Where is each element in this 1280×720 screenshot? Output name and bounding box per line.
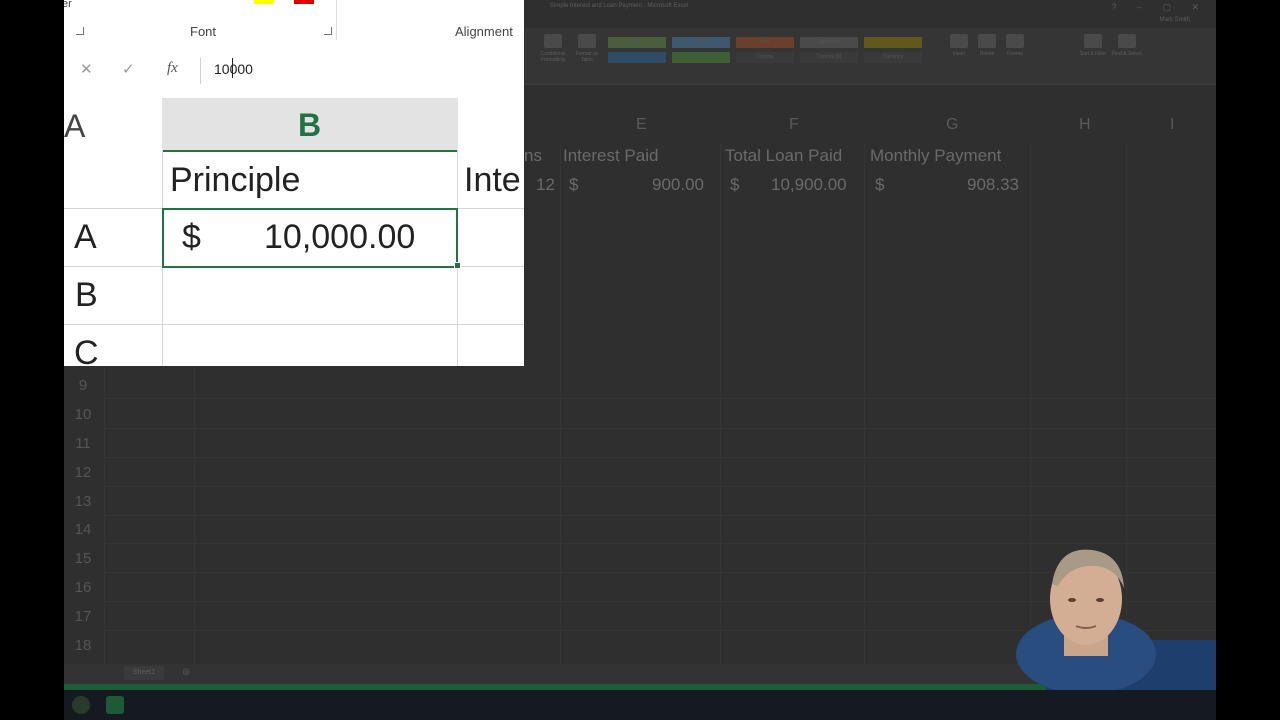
formula-bar-divider [200, 58, 201, 84]
cell-d1[interactable]: ns [524, 146, 542, 166]
sort-filter-button[interactable]: Sort & Filter [1076, 34, 1110, 70]
alignment-group-label: Alignment [455, 24, 513, 39]
font-color-buttons[interactable] [224, 0, 324, 6]
formula-bar: ✕ ✓ fx 10000 [64, 44, 524, 96]
gridline [720, 144, 721, 664]
style-bad[interactable]: Bad [736, 37, 794, 48]
clipboard-launcher-icon[interactable] [76, 27, 84, 35]
cell-c1[interactable]: Inte [464, 161, 521, 200]
row-header-15[interactable]: 15 [64, 550, 102, 567]
column-header-b[interactable]: B [162, 98, 458, 152]
cell-e2[interactable]: 900.00 [652, 175, 704, 195]
style-extra[interactable] [864, 37, 922, 48]
window-title: Simple Interest and Loan Payment - Micro… [550, 3, 689, 9]
style-neutral[interactable]: Neutral [672, 37, 730, 48]
excel-window: Simple Interest and Loan Payment - Micro… [64, 0, 1216, 720]
row-header-11[interactable]: 11 [64, 435, 102, 452]
font-launcher-icon[interactable] [324, 27, 332, 35]
add-sheet-icon[interactable]: ⊕ [182, 667, 190, 678]
cell-e1[interactable]: Interest Paid [563, 146, 658, 166]
ribbon-zoomed: er Font Alignment [64, 0, 524, 45]
conditional-formatting-button[interactable]: Conditional Formatting [536, 34, 570, 70]
style-good[interactable]: Good [608, 37, 666, 48]
row-header-13[interactable]: 13 [64, 493, 102, 510]
formula-input[interactable]: 10000 [214, 61, 253, 77]
highlight-color-icon[interactable] [254, 0, 274, 4]
style-calculation[interactable]: Calculation [800, 37, 858, 48]
text-cursor-icon [232, 58, 233, 78]
cell-d2[interactable]: 12 [536, 175, 555, 195]
cell-g1[interactable]: Monthly Payment [870, 146, 1001, 166]
cell-b1[interactable]: Principle [170, 161, 300, 200]
column-headers: E F G H I [524, 116, 1216, 140]
gridline [64, 324, 524, 325]
column-header-e[interactable]: E [636, 116, 647, 134]
sheet-tab[interactable]: Sheet1 [124, 666, 164, 680]
gridline [560, 144, 561, 664]
column-header-a[interactable]: A [64, 98, 162, 150]
ribbon-home-tab: Conditional Formatting Format as Table G… [524, 28, 1216, 85]
window-controls[interactable]: ? – ▢ ✕ [1111, 2, 1208, 13]
style-accent[interactable] [608, 52, 666, 63]
gridline [104, 486, 1216, 487]
format-as-table-button[interactable]: Format as Table [570, 34, 604, 70]
user-name: Mark Smith [1159, 17, 1190, 23]
column-header-f[interactable]: F [789, 116, 799, 134]
gridline [864, 144, 865, 664]
taskbar [64, 690, 1216, 720]
clipboard-group-label: er [64, 0, 72, 10]
gridline [104, 515, 1216, 516]
row-header-16[interactable]: 16 [64, 579, 102, 596]
column-header-g[interactable]: G [946, 116, 958, 134]
style-comma[interactable]: Comma [736, 52, 794, 63]
style-comma-0[interactable]: Comma [0] [800, 52, 858, 63]
row-header-a[interactable]: A [74, 218, 97, 257]
column-header-i[interactable]: I [1170, 116, 1174, 134]
gridline [104, 457, 1216, 458]
style-accent-2[interactable] [672, 52, 730, 63]
fill-handle[interactable] [454, 262, 461, 269]
row-header-9[interactable]: 9 [64, 377, 102, 394]
group-separator [336, 0, 337, 40]
gridline [104, 398, 1216, 399]
cell-f2[interactable]: 10,900.00 [771, 175, 847, 195]
column-header-h[interactable]: H [1079, 116, 1091, 134]
row-header-18[interactable]: 18 [64, 637, 102, 654]
row-header-17[interactable]: 17 [64, 608, 102, 625]
find-select-button[interactable]: Find & Select [1110, 34, 1144, 70]
cell-f2-symbol: $ [730, 175, 740, 194]
insert-function-icon[interactable]: fx [167, 60, 178, 77]
cell-e2-symbol: $ [569, 175, 579, 194]
row-header-b[interactable]: B [75, 276, 98, 315]
style-currency[interactable]: Currency [864, 52, 922, 63]
presenter-webcam [936, 544, 1216, 694]
cell-g2-symbol: $ [875, 175, 885, 194]
row-header-12[interactable]: 12 [64, 464, 102, 481]
start-icon[interactable] [72, 696, 90, 714]
gridline [104, 428, 1216, 429]
font-color-icon[interactable] [294, 0, 314, 4]
row-header-10[interactable]: 10 [64, 406, 102, 423]
font-group-label: Font [190, 24, 217, 39]
cell-b2-value: 10,000.00 [264, 218, 416, 256]
format-button[interactable]: Format [998, 34, 1032, 70]
cell-g2[interactable]: 908.33 [967, 175, 1019, 195]
excel-taskbar-icon[interactable] [106, 696, 124, 714]
cancel-icon[interactable]: ✕ [80, 60, 93, 78]
row-header-14[interactable]: 14 [64, 521, 102, 538]
cell-f1[interactable]: Total Loan Paid [725, 146, 842, 166]
enter-icon[interactable]: ✓ [122, 60, 135, 78]
row-header-c[interactable]: C [74, 334, 99, 366]
cell-b2-symbol: $ [182, 218, 201, 256]
zoom-panel: er Font Alignment ✕ ✓ fx 10000 A B A B C… [64, 0, 524, 366]
column-header-c[interactable] [458, 98, 524, 150]
